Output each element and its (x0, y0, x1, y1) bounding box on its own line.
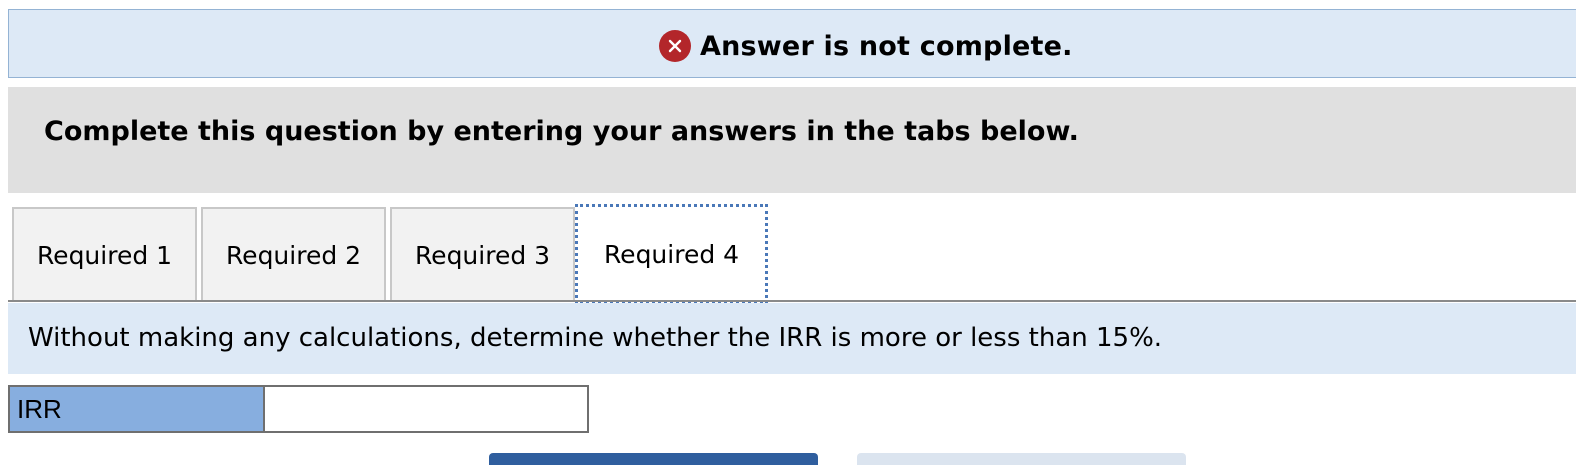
tab-required-4[interactable]: Required 4 (575, 204, 768, 304)
question-panel: Without making any calculations, determi… (8, 303, 1576, 374)
irr-answer-table: IRR (8, 385, 589, 433)
tab-required-2[interactable]: Required 2 (201, 207, 386, 301)
instructions-text: Complete this question by entering your … (44, 116, 1079, 147)
question-text: Without making any calculations, determi… (28, 323, 1163, 353)
tab-required-1[interactable]: Required 1 (12, 207, 197, 301)
tab-bar: Required 1 Required 2 Required 3 Require… (0, 200, 1576, 304)
alert-content: Answer is not complete. (659, 30, 1073, 62)
next-button[interactable] (857, 453, 1186, 465)
error-x-icon (659, 30, 691, 62)
previous-button[interactable] (489, 453, 818, 465)
irr-answer-input[interactable] (265, 387, 587, 431)
irr-label: IRR (10, 387, 265, 431)
tab-baseline-divider (8, 300, 1576, 302)
tab-required-3[interactable]: Required 3 (390, 207, 575, 301)
instructions-panel: Complete this question by entering your … (8, 87, 1576, 193)
alert-banner: Answer is not complete. (8, 9, 1576, 78)
alert-message: Answer is not complete. (700, 30, 1073, 62)
